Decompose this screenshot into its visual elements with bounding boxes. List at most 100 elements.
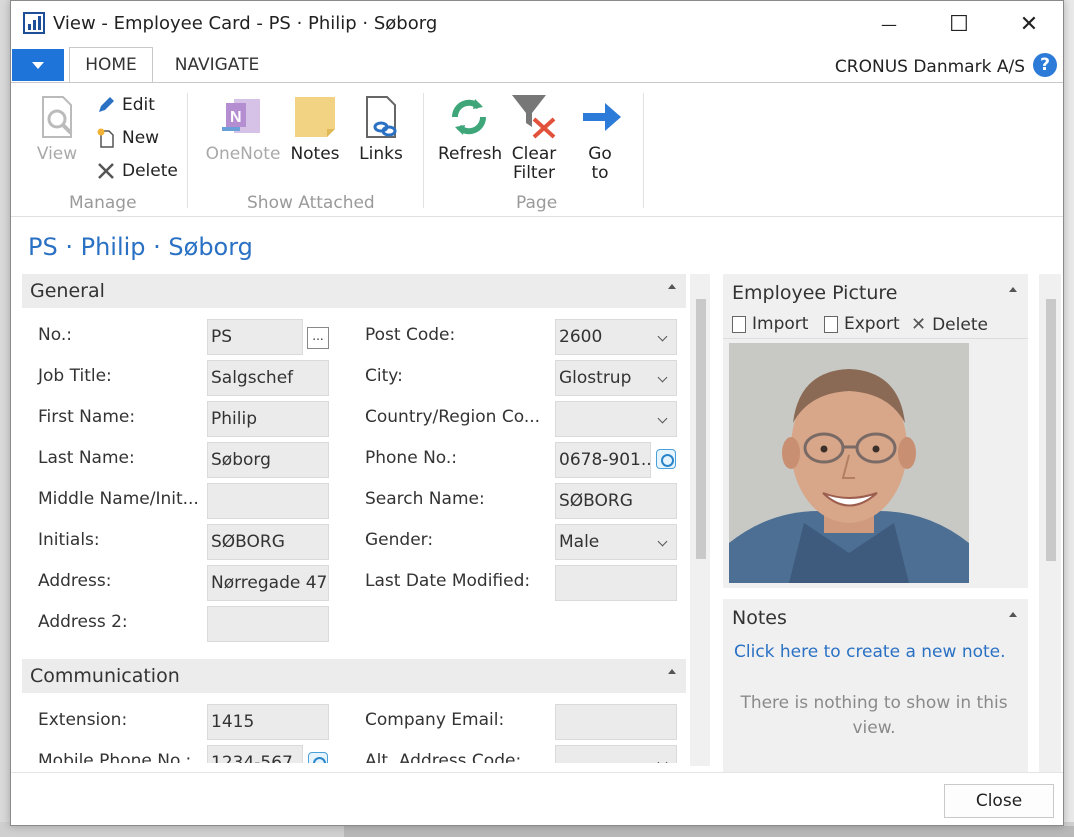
tab-home[interactable]: HOME xyxy=(69,47,153,83)
maximize-button[interactable]: ☐ xyxy=(936,7,982,41)
field-country[interactable] xyxy=(555,401,677,437)
field-post-code[interactable]: 2600 xyxy=(555,319,677,355)
field-label-company-email: Company Email: xyxy=(365,710,505,730)
page-title: PS · Philip · Søborg xyxy=(28,233,253,261)
edit-button[interactable]: Edit xyxy=(96,95,155,115)
employee-portrait-image xyxy=(729,343,969,583)
go-to-button[interactable]: Go to xyxy=(579,95,621,183)
clear-filter-button[interactable]: Clear Filter xyxy=(509,93,559,183)
field-middle-name[interactable] xyxy=(207,483,329,519)
section-general-header[interactable]: General xyxy=(22,274,686,308)
delete-button[interactable]: Delete xyxy=(96,161,178,181)
clear-filter-icon xyxy=(512,95,556,139)
delete-x-icon xyxy=(98,163,114,179)
export-picture-button[interactable]: Export xyxy=(824,314,900,334)
notes-button[interactable]: Notes xyxy=(289,95,341,164)
main-scrollbar-thumb[interactable] xyxy=(696,299,706,559)
field-search-name[interactable]: SØBORG xyxy=(555,483,677,519)
ribbon-home: View Edit New Delete Manage N OneNote No… xyxy=(11,82,1063,217)
refresh-icon xyxy=(451,99,487,135)
field-label-city: City: xyxy=(365,366,403,386)
field-phone[interactable]: 0678-901... xyxy=(555,442,651,478)
field-label-address: Address: xyxy=(38,571,112,591)
field-label-gender: Gender: xyxy=(365,530,434,550)
collapse-icon xyxy=(668,284,676,289)
dialog-footer: Close xyxy=(11,772,1063,825)
view-button[interactable]: View xyxy=(31,95,83,164)
communication-fields-viewport: Extension: 1415 Mobile Phone No.: 1234-5… xyxy=(11,701,701,763)
collapse-icon[interactable] xyxy=(1009,612,1017,617)
field-first-name[interactable]: Philip xyxy=(207,401,329,437)
title-bar: View - Employee Card - PS · Philip · Søb… xyxy=(11,1,1063,47)
sticky-note-icon xyxy=(295,97,335,137)
field-initials[interactable]: SØBORG xyxy=(207,524,329,560)
field-label-alt-address: Alt. Address Code: xyxy=(365,751,522,763)
app-chart-icon xyxy=(23,12,45,34)
import-icon xyxy=(732,315,746,333)
field-label-extension: Extension: xyxy=(38,710,128,730)
window-title: View - Employee Card - PS · Philip · Søb… xyxy=(53,13,438,34)
create-note-link[interactable]: Click here to create a new note. xyxy=(734,642,1006,662)
onenote-icon: N xyxy=(222,99,260,133)
refresh-button[interactable]: Refresh xyxy=(438,95,502,164)
import-picture-button[interactable]: Import xyxy=(732,314,808,334)
field-no[interactable]: PS xyxy=(207,319,303,355)
close-window-button[interactable]: ✕ xyxy=(1006,7,1052,41)
field-label-job-title: Job Title: xyxy=(38,366,112,386)
background-taskbar-strip xyxy=(344,826,1074,837)
notes-empty-message: There is nothing to show in this view. xyxy=(740,693,1008,738)
field-job-title[interactable]: Salgschef xyxy=(207,360,329,396)
ribbon-separator xyxy=(643,93,644,208)
field-label-search-name: Search Name: xyxy=(365,489,485,509)
field-address[interactable]: Nørregade 47 xyxy=(207,565,329,601)
field-gender[interactable]: Male xyxy=(555,524,677,560)
field-label-initials: Initials: xyxy=(38,530,100,550)
employee-card-window: View - Employee Card - PS · Philip · Søb… xyxy=(10,0,1064,826)
tab-navigate[interactable]: NAVIGATE xyxy=(163,47,271,83)
notes-title: Notes xyxy=(732,607,787,629)
app-menu-button[interactable] xyxy=(12,49,64,81)
field-label-last-modified: Last Date Modified: xyxy=(365,571,531,591)
ribbon-separator xyxy=(423,93,424,208)
divider xyxy=(723,338,1028,339)
field-city[interactable]: Glostrup xyxy=(555,360,677,396)
field-mobile[interactable]: 1234-567... xyxy=(207,745,303,763)
field-label-middle-name: Middle Name/Init... xyxy=(38,489,199,509)
field-last-modified[interactable] xyxy=(555,565,677,601)
field-extension[interactable]: 1415 xyxy=(207,704,329,740)
collapse-icon xyxy=(668,669,676,674)
section-communication-title: Communication xyxy=(30,665,180,687)
field-label-first-name: First Name: xyxy=(38,407,136,427)
field-label-country: Country/Region Co... xyxy=(365,407,541,427)
new-document-icon xyxy=(97,128,114,148)
links-button[interactable]: Links xyxy=(356,95,406,164)
phone-call-icon[interactable] xyxy=(656,449,676,469)
field-alt-address[interactable] xyxy=(555,745,677,763)
minimize-button[interactable]: — xyxy=(866,7,912,41)
minimize-icon: — xyxy=(881,14,897,34)
onenote-button[interactable]: N OneNote xyxy=(203,95,283,164)
collapse-icon[interactable] xyxy=(1009,287,1017,292)
company-name: CRONUS Danmark A/S xyxy=(834,57,1025,77)
field-address-2[interactable] xyxy=(207,606,329,642)
ribbon-separator xyxy=(187,93,188,208)
close-button[interactable]: Close xyxy=(944,784,1054,818)
help-icon[interactable]: ? xyxy=(1033,53,1057,77)
new-button[interactable]: New xyxy=(96,128,159,148)
field-label-address-2: Address 2: xyxy=(38,612,128,632)
section-communication-header[interactable]: Communication xyxy=(22,659,686,693)
pencil-icon xyxy=(99,97,114,112)
assist-edit-button[interactable]: ... xyxy=(307,327,329,349)
field-company-email[interactable] xyxy=(555,704,677,740)
chevron-down-icon xyxy=(32,61,44,69)
field-label-mobile: Mobile Phone No.: xyxy=(38,751,192,763)
factbox-scrollbar-thumb[interactable] xyxy=(1046,299,1056,561)
field-label-no: No.: xyxy=(38,325,72,345)
field-last-name[interactable]: Søborg xyxy=(207,442,329,478)
field-label-post-code: Post Code: xyxy=(365,325,456,345)
ribbon-tab-row: HOME NAVIGATE CRONUS Danmark A/S ? xyxy=(11,47,1063,83)
links-icon xyxy=(366,96,397,138)
delete-picture-button[interactable]: ✕ Delete xyxy=(911,314,988,335)
group-label-page: Page xyxy=(516,193,558,213)
phone-call-icon[interactable] xyxy=(308,752,328,763)
